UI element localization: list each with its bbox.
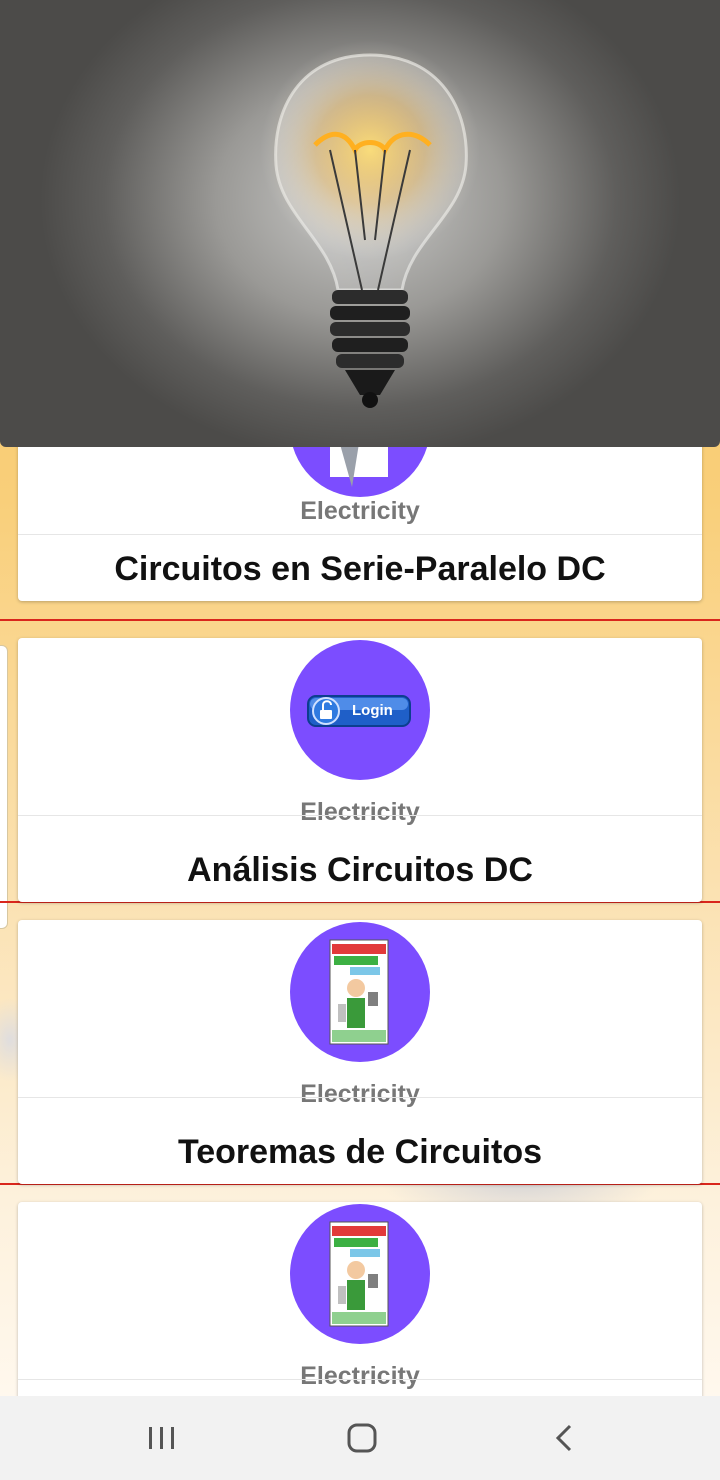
card-category: Electricity [300,497,420,525]
card-category: Electricity [300,1080,420,1108]
login-badge-icon: Login [290,640,430,780]
login-badge-text: Login [352,702,393,719]
course-card[interactable]: Login Electricity Análisis Circuitos DC [18,638,702,902]
card-category: Electricity [300,1362,420,1390]
home-icon[interactable] [332,1418,392,1458]
course-card[interactable]: Electricity Teoremas de Circuitos [18,920,702,1184]
card-title: Teoremas de Circuitos [177,1133,543,1171]
card-category: Electricity [300,798,420,826]
electricity-circuit-pro-icon [290,1204,430,1344]
card-title: Análisis Circuitos DC [187,851,533,889]
back-icon[interactable] [534,1418,594,1458]
electricity-circuit-pro-icon [290,922,430,1062]
card-divider [18,1097,702,1098]
card-divider [18,815,702,816]
hero-image [0,0,720,447]
separator [0,619,720,621]
system-nav-bar [0,1396,720,1480]
light-bulb-icon [260,40,480,408]
card-divider [18,534,702,535]
side-drawer-handle[interactable] [0,645,8,929]
card-title: Circuitos en Serie-Paralelo DC [114,550,606,588]
recent-apps-icon[interactable] [132,1418,192,1458]
card-divider [18,1379,702,1380]
